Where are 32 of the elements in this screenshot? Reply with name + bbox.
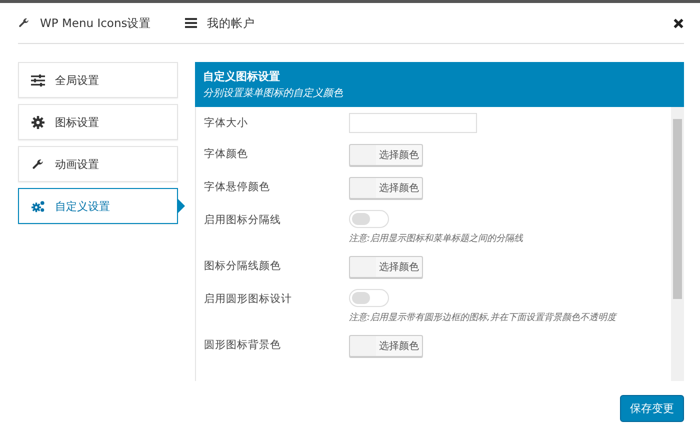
menu-icon[interactable]	[185, 17, 198, 29]
wrench-icon	[31, 158, 45, 170]
color-picker-button[interactable]: 选择颜色	[349, 144, 423, 166]
gears-icon	[31, 200, 45, 212]
settings-title: WP Menu Icons设置	[40, 16, 152, 30]
close-icon[interactable]	[673, 18, 684, 28]
sidebar-tab[interactable]: 动画设置	[18, 146, 178, 182]
color-picker-button[interactable]: 选择颜色	[349, 335, 423, 357]
wrench-icon	[18, 17, 30, 29]
panel-title: 自定义图标设置	[203, 69, 281, 84]
panel-subtitle: 分别设置菜单图标的自定义颜色	[203, 86, 344, 100]
setting-label: 启用图标分隔线	[204, 213, 282, 228]
setting-label: 启用圆形图标设计	[204, 292, 293, 307]
setting-label: 字体悬停颜色	[204, 180, 271, 195]
save-button[interactable]: 保存变更	[620, 395, 684, 422]
sidebar-tab[interactable]: 图标设置	[18, 104, 178, 140]
sliders-icon	[31, 74, 45, 86]
setting-note: 注意:启用显示图标和菜单标题之间的分隔线	[349, 232, 524, 245]
color-picker-button[interactable]: 选择颜色	[349, 256, 423, 278]
setting-label: 图标分隔线颜色	[204, 259, 282, 274]
gear-icon	[31, 116, 45, 128]
account-link[interactable]: 我的帐户	[207, 16, 256, 30]
setting-note: 注意:启用显示带有圆形边框的图标,并在下面设置背景颜色不透明度	[349, 312, 616, 324]
sidebar-tab[interactable]: 全局设置	[18, 62, 178, 98]
color-picker-button[interactable]: 选择颜色	[349, 177, 423, 199]
toggle-switch[interactable]	[349, 289, 389, 307]
text-field[interactable]	[349, 113, 477, 133]
setting-label: 圆形图标背景色	[204, 338, 282, 353]
toggle-switch[interactable]	[349, 210, 389, 228]
setting-label: 字体大小	[204, 116, 249, 131]
setting-label: 字体颜色	[204, 147, 249, 162]
scrollbar[interactable]	[671, 107, 684, 381]
